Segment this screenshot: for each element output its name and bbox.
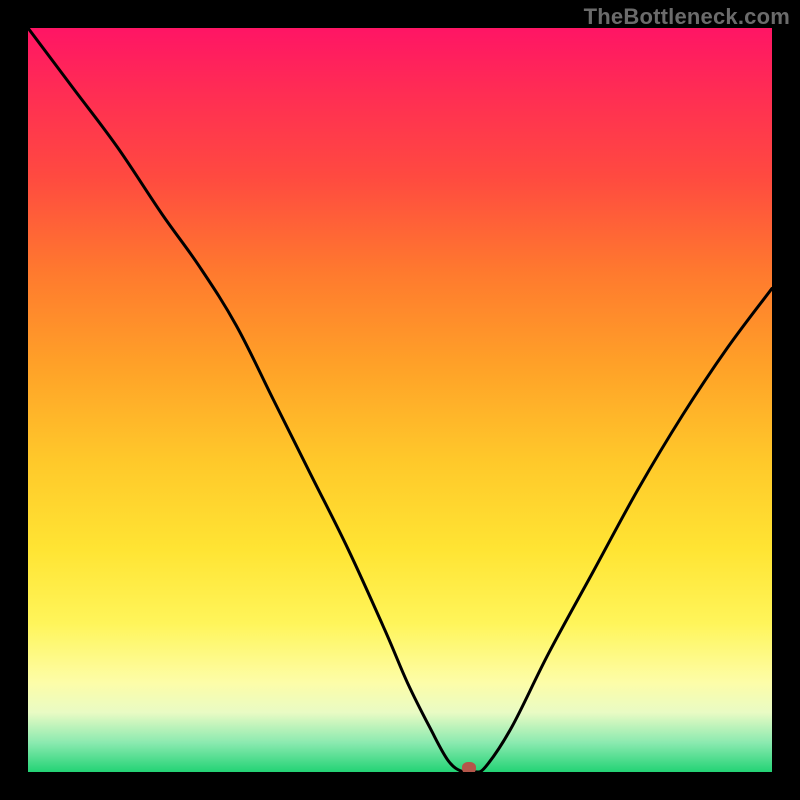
watermark-text: TheBottleneck.com (584, 4, 790, 30)
bottleneck-curve (28, 28, 772, 772)
chart-frame: TheBottleneck.com (0, 0, 800, 800)
optimal-marker (462, 762, 476, 772)
plot-area (28, 28, 772, 772)
